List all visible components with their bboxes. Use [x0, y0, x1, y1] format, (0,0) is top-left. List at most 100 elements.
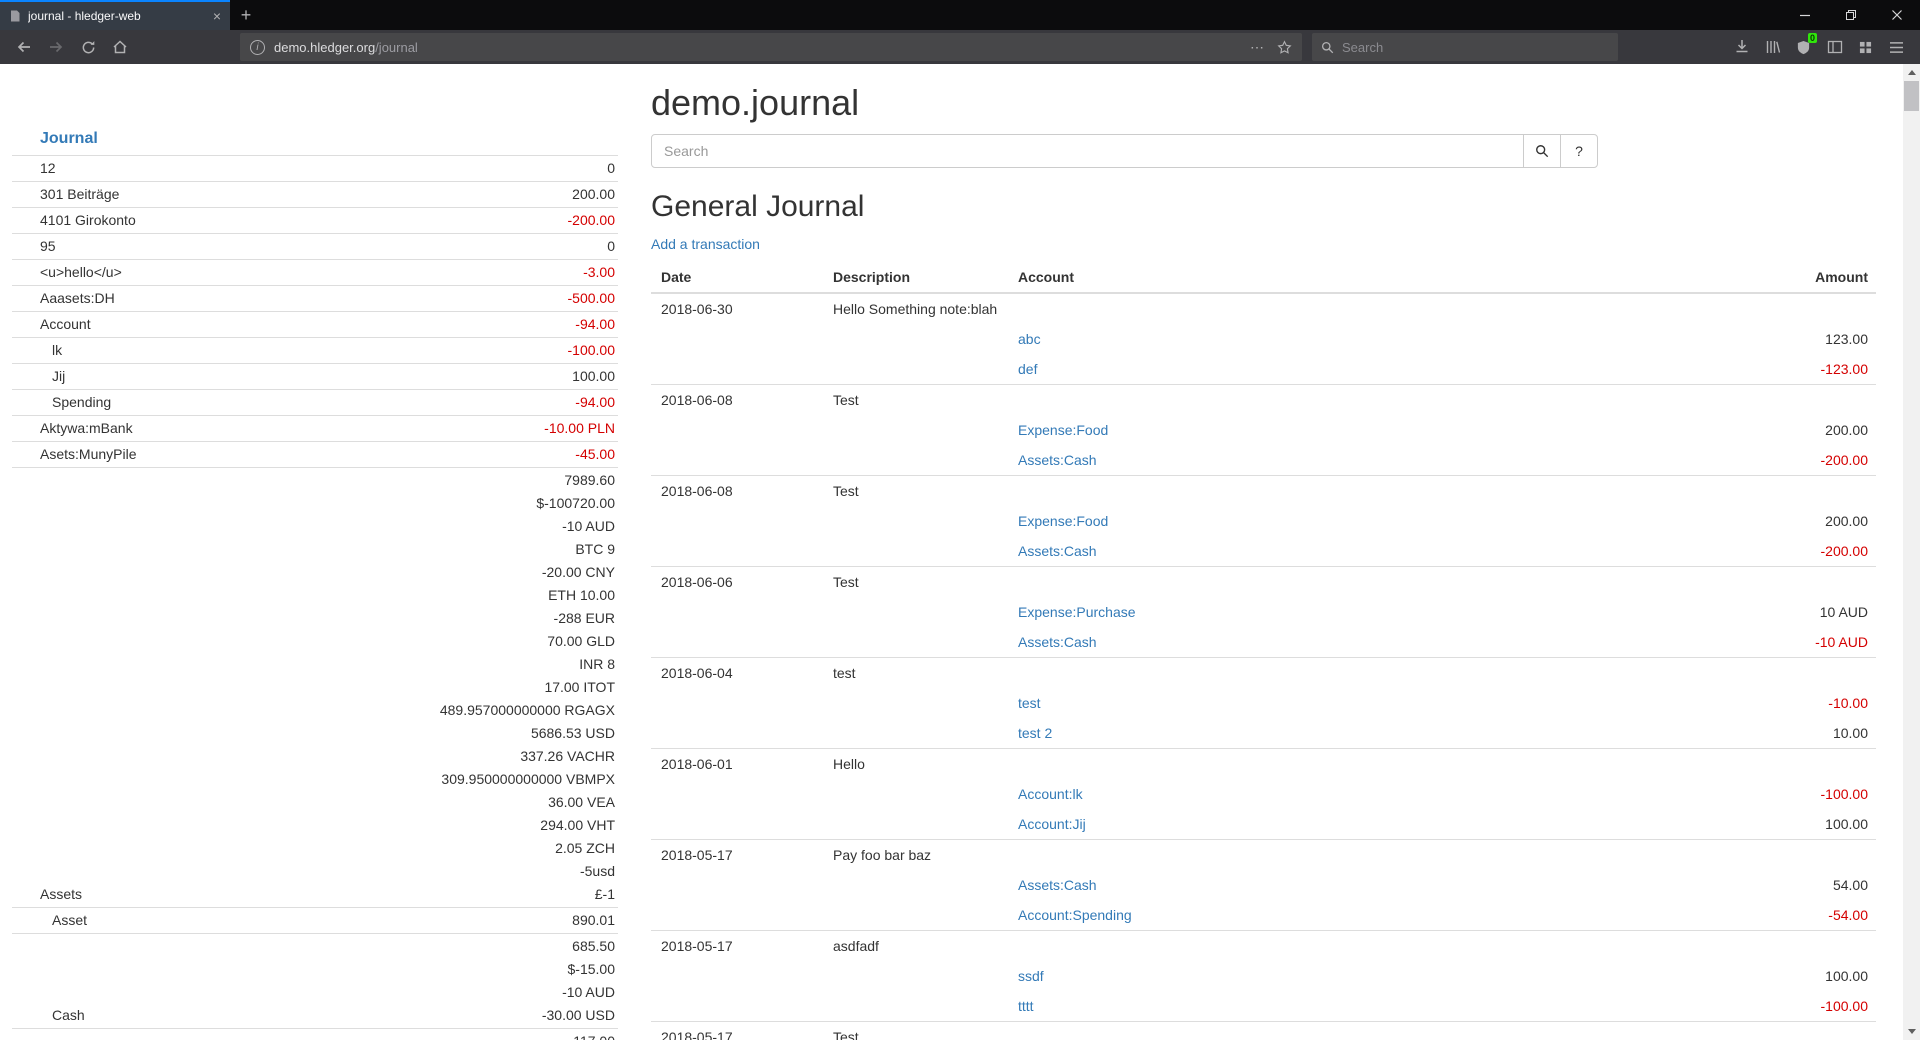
posting-account-link[interactable]: test 2: [1018, 725, 1052, 741]
transaction-row[interactable]: 2018-06-30 Hello Something note:blah: [651, 293, 1876, 324]
forward-icon[interactable]: [40, 32, 72, 62]
posting-account-link[interactable]: Assets:Cash: [1018, 452, 1097, 468]
window-close-button[interactable]: [1874, 0, 1920, 30]
sidebar-account-name[interactable]: Aktywa:mBank: [12, 416, 261, 442]
posting-account-link[interactable]: tttt: [1018, 998, 1034, 1014]
tab-close-icon[interactable]: ×: [213, 9, 221, 23]
transaction-row[interactable]: 2018-05-17 Test: [651, 1022, 1876, 1040]
page-scrollbar[interactable]: [1903, 64, 1920, 1040]
back-icon[interactable]: [8, 32, 40, 62]
adblocker-extension-icon[interactable]: 0: [1788, 32, 1819, 62]
sidebar-account-name[interactable]: Cash: [12, 934, 261, 1029]
sidebar-account-name[interactable]: Aaasets:DH: [12, 286, 261, 312]
posting-row: ssdf 100.00: [651, 961, 1876, 991]
bookmark-star-icon[interactable]: [1277, 40, 1292, 55]
journal-search-input[interactable]: [651, 134, 1524, 168]
sidebar-journal-link[interactable]: Journal: [12, 130, 98, 148]
scrollbar-thumb[interactable]: [1904, 81, 1919, 111]
sidebar-account-name[interactable]: lk: [12, 338, 261, 364]
posting-account-link[interactable]: Account:Spending: [1018, 907, 1132, 923]
sidebar-account-name[interactable]: Assets: [12, 468, 261, 908]
sidebar-balance-cell: -3.00: [261, 260, 618, 286]
posting-account-link[interactable]: Account:lk: [1018, 786, 1083, 802]
sidebar-account-row: Cash 685.50$-15.00-10 AUD-30.00 USD: [12, 934, 618, 1029]
url-bar[interactable]: i demo.hledger.org/journal ⋯: [240, 33, 1302, 61]
sidebar-balance-cell: -94.00: [261, 312, 618, 338]
page-actions-icon[interactable]: ⋯: [1250, 39, 1264, 56]
sidebar-account-name[interactable]: 95: [12, 234, 261, 260]
posting-amount: -200.00: [1648, 536, 1876, 567]
transaction-row[interactable]: 2018-06-04 test: [651, 658, 1876, 689]
sidebar-account-name[interactable]: Jij: [12, 364, 261, 390]
sidebar-account-row: 12 0: [12, 156, 618, 182]
balance-amount: -100.00: [261, 339, 615, 362]
scroll-down-icon[interactable]: [1903, 1023, 1920, 1040]
sidebar-account-row: lk -100.00: [12, 338, 618, 364]
browser-tab[interactable]: journal - hledger-web ×: [0, 0, 230, 30]
url-text: demo.hledger.org/journal: [274, 40, 418, 55]
sidebar-balance-cell: -500.00: [261, 286, 618, 312]
window-minimize-button[interactable]: [1782, 0, 1828, 30]
posting-account-link[interactable]: ssdf: [1018, 968, 1044, 984]
downloads-icon[interactable]: [1726, 32, 1757, 62]
sidebar-account-name[interactable]: <u>hello</u>: [12, 260, 261, 286]
posting-account-link[interactable]: Expense:Purchase: [1018, 604, 1136, 620]
posting-amount: 100.00: [1648, 809, 1876, 840]
sidebar-account-name[interactable]: Account: [12, 312, 261, 338]
posting-account-link[interactable]: def: [1018, 361, 1037, 377]
txn-description: Hello Something note:blah: [823, 293, 1648, 324]
sidebars-icon[interactable]: [1819, 32, 1850, 62]
posting-account-link[interactable]: Assets:Cash: [1018, 543, 1097, 559]
transaction-row[interactable]: 2018-06-01 Hello: [651, 749, 1876, 780]
url-path: /journal: [375, 40, 418, 55]
sidebar-balance-cell: -94.00: [261, 390, 618, 416]
search-help-button[interactable]: ?: [1560, 134, 1598, 168]
tab-favicon-icon: [9, 10, 21, 22]
posting-account-link[interactable]: abc: [1018, 331, 1041, 347]
transaction-row[interactable]: 2018-05-17 Pay foo bar baz: [651, 840, 1876, 871]
sidebar-account-name[interactable]: 301 Beiträge: [12, 182, 261, 208]
posting-account-link[interactable]: Account:Jij: [1018, 816, 1086, 832]
search-icon: [1535, 144, 1549, 158]
posting-account-link[interactable]: Assets:Cash: [1018, 877, 1097, 893]
posting-account-link[interactable]: Expense:Food: [1018, 513, 1108, 529]
scroll-up-icon[interactable]: [1903, 64, 1920, 81]
transaction-row[interactable]: 2018-06-08 Test: [651, 476, 1876, 507]
balance-amount: 200.00: [261, 183, 615, 206]
library-icon[interactable]: [1757, 32, 1788, 62]
sidebar-balance-cell: -45.00: [261, 442, 618, 468]
sidebar-balance-cell: 0: [261, 156, 618, 182]
home-icon[interactable]: [104, 32, 136, 62]
sidebar-account-row: 4101 Girokonto -200.00: [12, 208, 618, 234]
sidebar-account-name[interactable]: 12: [12, 156, 261, 182]
posting-row: Expense:Food 200.00: [651, 506, 1876, 536]
new-tab-button[interactable]: +: [230, 0, 262, 30]
site-info-icon[interactable]: i: [250, 40, 265, 55]
menu-icon[interactable]: [1881, 32, 1912, 62]
sidebar-account-name[interactable]: Asset: [12, 908, 261, 934]
posting-account-link[interactable]: test: [1018, 695, 1041, 711]
transaction-row[interactable]: 2018-06-08 Test: [651, 385, 1876, 416]
sidebar-account-name[interactable]: Asets:MunyPile: [12, 442, 261, 468]
sidebar-balance-cell: 100.00: [261, 364, 618, 390]
apps-grid-icon[interactable]: [1850, 32, 1881, 62]
transaction-row[interactable]: 2018-06-06 Test: [651, 567, 1876, 598]
search-submit-button[interactable]: [1523, 134, 1561, 168]
posting-account-link[interactable]: Assets:Cash: [1018, 634, 1097, 650]
sidebar-account-row: -117.00: [12, 1029, 618, 1040]
sidebar-balance-cell: 685.50$-15.00-10 AUD-30.00 USD: [261, 934, 618, 1029]
window-restore-button[interactable]: [1828, 0, 1874, 30]
sidebar-account-row: <u>hello</u> -3.00: [12, 260, 618, 286]
sidebar-account-name[interactable]: Spending: [12, 390, 261, 416]
posting-account-link[interactable]: Expense:Food: [1018, 422, 1108, 438]
browser-search-input[interactable]: [1342, 40, 1609, 55]
search-icon: [1321, 41, 1334, 54]
transaction-row[interactable]: 2018-05-17 asdfadf: [651, 931, 1876, 962]
sidebar-account-name[interactable]: [12, 1029, 261, 1040]
add-transaction-link[interactable]: Add a transaction: [651, 234, 760, 254]
reload-icon[interactable]: [72, 32, 104, 62]
extension-badge: 0: [1808, 33, 1817, 43]
browser-search-bar[interactable]: [1312, 33, 1618, 61]
sidebar-account-name[interactable]: 4101 Girokonto: [12, 208, 261, 234]
txn-date: 2018-05-17: [651, 840, 823, 871]
